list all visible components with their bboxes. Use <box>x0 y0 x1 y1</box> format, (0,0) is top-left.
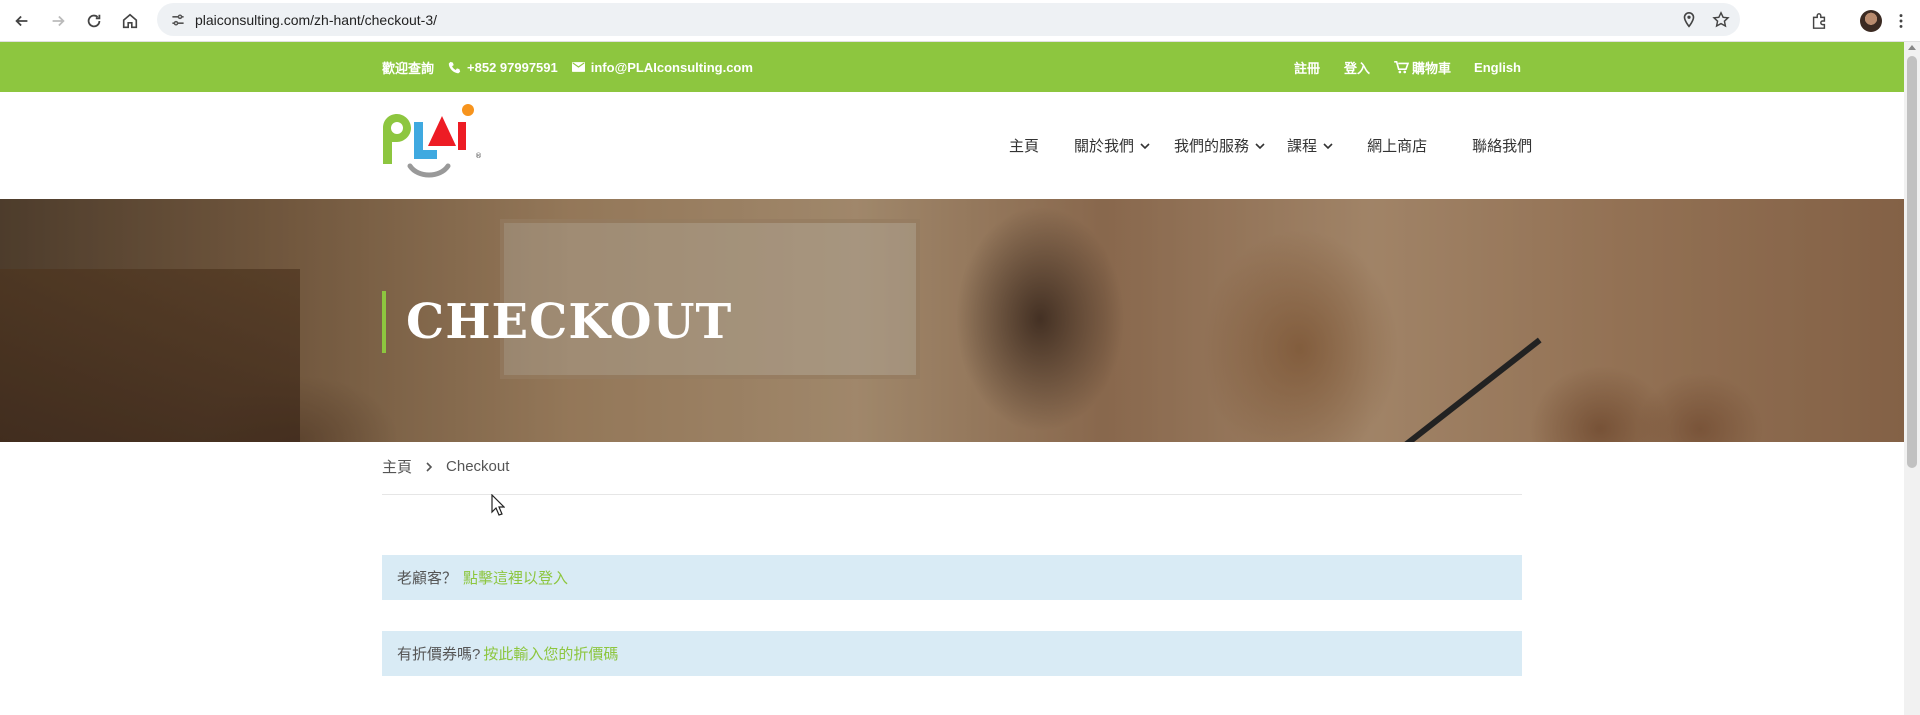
site-header: ® 主頁 關於我們 我們的服務 課程 網上商店 聯絡我們 <box>0 92 1904 199</box>
register-link[interactable]: 註冊 <box>1294 58 1320 77</box>
location-icon[interactable] <box>1680 11 1698 29</box>
reload-button[interactable] <box>76 3 112 39</box>
site-info-icon[interactable] <box>161 3 195 36</box>
coupon-notice: 有折價券嗎? 按此輸入您的折價碼 <box>382 631 1522 676</box>
nav-about[interactable]: 關於我們 <box>1074 135 1150 156</box>
address-bar[interactable]: plaiconsulting.com/zh-hant/checkout-3/ <box>157 3 1740 36</box>
chevron-down-icon <box>1255 142 1265 149</box>
reload-icon <box>87 14 101 27</box>
envelope-icon <box>571 62 585 72</box>
login-link[interactable]: 登入 <box>1344 58 1370 77</box>
profile-avatar[interactable] <box>1860 10 1882 32</box>
cart-icon <box>1394 60 1410 73</box>
nav-contact[interactable]: 聯絡我們 <box>1472 135 1532 156</box>
back-button[interactable] <box>4 3 40 39</box>
chevron-down-icon <box>1140 142 1150 149</box>
breadcrumb: 主頁 Checkout <box>382 456 509 477</box>
main-navigation: 主頁 關於我們 我們的服務 課程 網上商店 聯絡我們 <box>1009 92 1532 199</box>
scroll-up-arrow-icon[interactable] <box>1908 45 1916 50</box>
language-switch[interactable]: English <box>1474 60 1521 75</box>
back-arrow-icon <box>15 15 28 26</box>
phone-icon <box>448 61 461 73</box>
email-link[interactable]: info@PLAIconsulting.com <box>571 60 753 75</box>
forward-arrow-icon <box>52 15 65 26</box>
coupon-entry-link[interactable]: 按此輸入您的折價碼 <box>483 643 618 664</box>
mouse-cursor-icon <box>491 494 505 516</box>
home-icon <box>122 13 138 28</box>
menu-dots-icon[interactable] <box>1892 12 1910 30</box>
returning-customer-notice: 老顧客？ 點擊這裡以登入 <box>382 555 1522 600</box>
extensions-icon[interactable] <box>1810 12 1828 30</box>
breadcrumb-current: Checkout <box>446 458 510 475</box>
svg-text:®: ® <box>475 152 482 160</box>
nav-courses[interactable]: 課程 <box>1287 135 1333 156</box>
hero-overlay <box>0 199 1904 442</box>
page-scrollbar[interactable] <box>1904 42 1920 715</box>
nav-services[interactable]: 我們的服務 <box>1174 135 1265 156</box>
nav-home[interactable]: 主頁 <box>1009 135 1039 156</box>
breadcrumb-home-link[interactable]: 主頁 <box>382 456 412 477</box>
chevron-down-icon <box>1323 142 1333 149</box>
cart-link[interactable]: 購物車 <box>1394 58 1451 77</box>
welcome-text: 歡迎查詢 <box>382 60 435 76</box>
login-prompt-link[interactable]: 點擊這裡以登入 <box>463 567 568 588</box>
chevron-right-icon <box>426 461 433 472</box>
hero-banner: CHECKOUT <box>0 199 1904 442</box>
plai-logo[interactable]: ® <box>380 100 486 192</box>
top-contact-bar: 歡迎查詢 +852 97997591 info@PLAIconsulting.c… <box>0 42 1904 92</box>
scrollbar-thumb[interactable] <box>1907 56 1917 468</box>
breadcrumb-divider <box>382 494 1522 495</box>
page-title: CHECKOUT <box>382 291 732 353</box>
bookmark-star-icon[interactable] <box>1712 10 1730 29</box>
nav-shop[interactable]: 網上商店 <box>1367 135 1427 156</box>
forward-button[interactable] <box>40 3 76 39</box>
phone-link[interactable]: +852 97997591 <box>448 60 558 75</box>
browser-toolbar: plaiconsulting.com/zh-hant/checkout-3/ <box>0 0 1920 42</box>
url-text[interactable]: plaiconsulting.com/zh-hant/checkout-3/ <box>195 12 437 28</box>
home-button[interactable] <box>112 3 148 39</box>
